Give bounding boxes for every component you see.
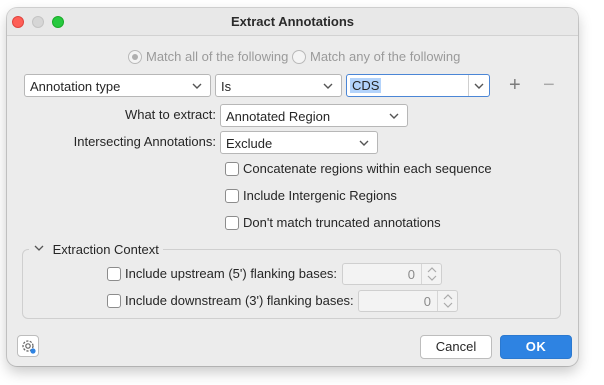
chevron-down-icon[interactable] (473, 78, 485, 94)
extraction-context-title: Extraction Context (52, 242, 159, 258)
title-bar: Extract Annotations (7, 8, 578, 36)
filter-operator-select[interactable]: Is (215, 74, 342, 97)
include-intergenic-label: Include Intergenic Regions (243, 188, 397, 203)
chevron-down-icon (322, 78, 334, 94)
intersecting-annotations-value: Exclude (226, 136, 273, 151)
concatenate-regions-checkbox[interactable] (225, 162, 239, 176)
cancel-button[interactable]: Cancel (420, 335, 492, 359)
chevron-down-icon[interactable] (33, 241, 45, 258)
upstream-flanking-checkbox[interactable] (107, 267, 121, 281)
downstream-flanking-value[interactable]: 0 (424, 294, 431, 309)
stepper-arrows-icon[interactable] (421, 264, 441, 284)
add-filter-button[interactable]: + (509, 75, 521, 95)
dialog-title: Extract Annotations (230, 14, 355, 29)
extract-annotations-dialog: Extract Annotations Match all of the fol… (7, 8, 578, 366)
match-any-label: Match any of the following (310, 49, 461, 64)
intersecting-annotations-label: Intersecting Annotations: (73, 134, 216, 149)
filter-field-select[interactable]: Annotation type (24, 74, 211, 97)
remove-filter-button[interactable]: − (543, 75, 555, 95)
dont-match-truncated-checkbox[interactable] (225, 216, 239, 230)
match-any-radio[interactable] (292, 50, 306, 64)
chevron-down-icon (191, 78, 203, 94)
dont-match-truncated-label: Don't match truncated annotations (243, 215, 441, 230)
gear-icon (20, 338, 36, 357)
settings-button[interactable] (17, 335, 39, 357)
what-to-extract-label: What to extract: (124, 107, 216, 122)
extraction-context-section (22, 249, 561, 319)
ok-button[interactable]: OK (500, 335, 572, 359)
filter-value-text[interactable]: CDS (350, 78, 382, 93)
chevron-down-icon (388, 108, 400, 124)
downstream-flanking-checkbox[interactable] (107, 294, 121, 308)
concatenate-regions-label: Concatenate regions within each sequence (243, 161, 492, 176)
chevron-down-icon (358, 135, 370, 151)
downstream-flanking-stepper[interactable]: 0 (358, 290, 458, 312)
include-intergenic-checkbox[interactable] (225, 189, 239, 203)
what-to-extract-select[interactable]: Annotated Region (220, 104, 408, 127)
intersecting-annotations-select[interactable]: Exclude (220, 131, 378, 154)
match-all-radio[interactable] (128, 50, 142, 64)
filter-value-combo[interactable]: CDS (346, 74, 490, 97)
stepper-arrows-icon[interactable] (437, 291, 457, 311)
filter-operator-value: Is (221, 79, 232, 94)
extraction-context-header[interactable]: Extraction Context (29, 241, 163, 257)
upstream-flanking-label: Include upstream (5') flanking bases: (125, 266, 338, 281)
what-to-extract-value: Annotated Region (226, 109, 331, 124)
downstream-flanking-label: Include downstream (3') flanking bases: (125, 293, 354, 308)
upstream-flanking-value[interactable]: 0 (408, 267, 415, 282)
match-all-label: Match all of the following (146, 49, 289, 64)
filter-field-value: Annotation type (30, 79, 121, 94)
upstream-flanking-stepper[interactable]: 0 (342, 263, 442, 285)
